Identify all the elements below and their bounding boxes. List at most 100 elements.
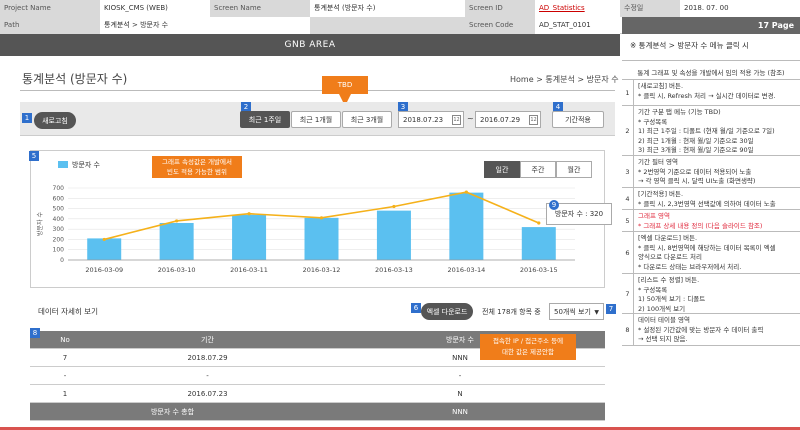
y-tick-label: 200 (53, 236, 65, 243)
path-label: Path (0, 17, 100, 34)
description-item-text: 기간 구분 탭 메뉴 (기능 TBD) * 구성목록 1) 최근 1주일 : 디… (638, 108, 775, 154)
y-tick-label: 600 (53, 195, 65, 202)
y-tick-label: 500 (53, 206, 65, 213)
line-point (175, 219, 179, 223)
header-spacer (310, 17, 465, 34)
description-item-number: 4 (622, 188, 634, 209)
cell-no: 7 (62, 354, 68, 362)
project-name-value: KIOSK_CMS (WEB) (100, 0, 210, 17)
chart-attribute-note: 그래프 속성값은 개발에서 빈도 적용 가능한 범위 (152, 156, 242, 178)
y-axis-label: 방문자 수 (36, 212, 44, 236)
detail-title: 데이터 자세히 보기 (38, 307, 98, 316)
refresh-button[interactable]: 새로고침 (34, 112, 76, 129)
x-tick-label: 2016-03-09 (85, 266, 123, 274)
date-to-value: 2016.07.29 (480, 116, 521, 124)
table-row: - - - (30, 367, 605, 385)
title-divider (20, 90, 615, 91)
gnb-area: GNB AREA (0, 34, 620, 56)
description-item-number: 7 (622, 274, 634, 313)
x-tick-label: 2016-03-14 (447, 266, 485, 274)
y-tick-label: 100 (53, 247, 65, 254)
bar (376, 210, 411, 260)
cell-visitors: - (458, 372, 462, 380)
weekly-button[interactable]: 주간 (520, 161, 556, 178)
monthly-button[interactable]: 월간 (556, 161, 592, 178)
badge-8: 8 (30, 328, 40, 338)
daily-button[interactable]: 일간 (484, 161, 520, 178)
description-item: 3 기간 필터 영역 * 2번영역 기준으로 데이터 적용되어 노출 → 각 영역… (622, 156, 800, 188)
badge-9: 9 (549, 200, 559, 210)
footer-value: NNN (452, 408, 468, 416)
apply-period-button[interactable]: 기간적용 (552, 111, 604, 128)
table-row: 1 2016.07.23 N (30, 385, 605, 403)
footer-label: 방문자 수 총합 (150, 408, 195, 416)
path-value: 통계분석 > 방문자 수 (100, 17, 310, 34)
header-no: No (60, 336, 70, 344)
description-item-text: 그래프 영역 * 그래프 상세 내용 정의 (다음 슬라이드 참조) (638, 212, 763, 230)
screen-name-value: 통계분석 (방문자 수) (310, 0, 465, 17)
breadcrumb: Home > 통계분석 > 방문자 수 (510, 75, 619, 84)
description-item-number: 6 (622, 232, 634, 273)
line-point (537, 221, 541, 225)
badge-6: 6 (411, 303, 421, 313)
description-item-text: [기간적용] 버튼. * 클릭 시, 2,3번영역 선택값에 의하여 데이터 노… (638, 190, 776, 208)
description-item-number: 3 (622, 156, 634, 187)
legend-label: 방문자 수 (72, 161, 100, 169)
tab-last-month[interactable]: 최근 1개월 (291, 111, 341, 128)
screen-id-label: Screen ID (465, 0, 535, 17)
line-point (247, 212, 251, 216)
bar (232, 214, 267, 260)
bar (87, 238, 122, 260)
calendar-icon[interactable]: 12 (529, 115, 538, 125)
y-tick-label: 300 (53, 226, 65, 233)
calendar-icon[interactable]: 12 (452, 115, 461, 125)
date-from-value: 2018.07.23 (403, 116, 444, 124)
excel-download-button[interactable]: 엑셀 다운로드 (421, 303, 473, 320)
description-item: 2 기간 구분 탭 메뉴 (기능 TBD) * 구성목록 1) 최근 1주일 : … (622, 106, 800, 156)
description-item-number: 2 (622, 106, 634, 155)
bar (159, 222, 194, 260)
date-from-input[interactable]: 2018.07.23 12 (398, 111, 464, 128)
page-size-select[interactable]: 50개씩 보기 ▼ (549, 303, 604, 320)
legend-swatch (58, 161, 68, 168)
bar (521, 227, 556, 260)
bar (449, 192, 484, 260)
badge-1: 1 (22, 113, 32, 123)
badge-7: 7 (606, 304, 616, 314)
screen-code-label: Screen Code (465, 17, 535, 34)
x-tick-label: 2016-03-15 (520, 266, 558, 274)
description-item: 6 [엑셀 다운로드] 버튼. * 클릭 시, 8번영역에 해당하는 데이터 목록… (622, 232, 800, 274)
page-size-value: 50개씩 보기 (554, 308, 591, 316)
description-item-text: [엑셀 다운로드] 버튼. * 클릭 시, 8번영역에 해당하는 데이터 목록이… (638, 234, 776, 271)
x-tick-label: 2016-03-10 (158, 266, 196, 274)
line-point (319, 216, 324, 220)
y-tick-label: 700 (53, 185, 65, 192)
date-value: 2018. 07. 00 (680, 0, 800, 17)
screen-code-value: AD_STAT_0101 (535, 17, 620, 34)
cell-period: 2018.07.29 (187, 354, 228, 362)
cell-period: 2016.07.23 (187, 390, 228, 398)
tab-last-week[interactable]: 최근 1주일 (240, 111, 290, 128)
tab-last-3months[interactable]: 최근 3개월 (342, 111, 392, 128)
date-separator: ~ (467, 114, 474, 123)
description-item: 1 [새로고침] 버튼. * 클릭 시, Refresh 처리 → 실시간 데이터… (622, 80, 800, 106)
date-label: 수정일 (620, 0, 680, 17)
description-item-text: 기간 필터 영역 * 2번영역 기준으로 데이터 적용되어 노출 → 각 영역 … (638, 158, 756, 185)
description-item: 4 [기간적용] 버튼. * 클릭 시, 2,3번영역 선택값에 의하여 데이터 … (622, 188, 800, 210)
cell-no: - (63, 372, 67, 380)
screen-id-value[interactable]: AD_Statistics (535, 0, 620, 17)
description-item-number: 5 (622, 210, 634, 231)
description-item-number: 1 (622, 80, 634, 105)
line-point (464, 190, 468, 194)
cell-visitors: N (457, 390, 463, 398)
project-name-label: Project Name (0, 0, 100, 17)
date-to-input[interactable]: 2016.07.29 12 (475, 111, 541, 128)
description-item-text: [새로고침] 버튼. * 클릭 시, Refresh 처리 → 실시간 데이터로… (638, 82, 776, 100)
description-item-text: [리스트 수 정렬] 버튼. * 구성목록 1) 50개씩 보기 : 디폴트 2… (638, 276, 706, 313)
y-tick-label: 0 (60, 257, 64, 264)
description-item: 5 그래프 영역 * 그래프 상세 내용 정의 (다음 슬라이드 참조) (622, 210, 800, 232)
description-item-text: 데이터 테이블 영역 * 설정된 기간값에 맞는 방문자 수 데이터 출력 → … (638, 316, 764, 343)
cell-no: 1 (62, 390, 68, 398)
page-number: 17 Page (622, 17, 800, 34)
description-panel: ※ 통계분석 > 방문자 수 메뉴 클릭 시 통계 그래프 및 속성을 개발에서… (622, 34, 800, 430)
